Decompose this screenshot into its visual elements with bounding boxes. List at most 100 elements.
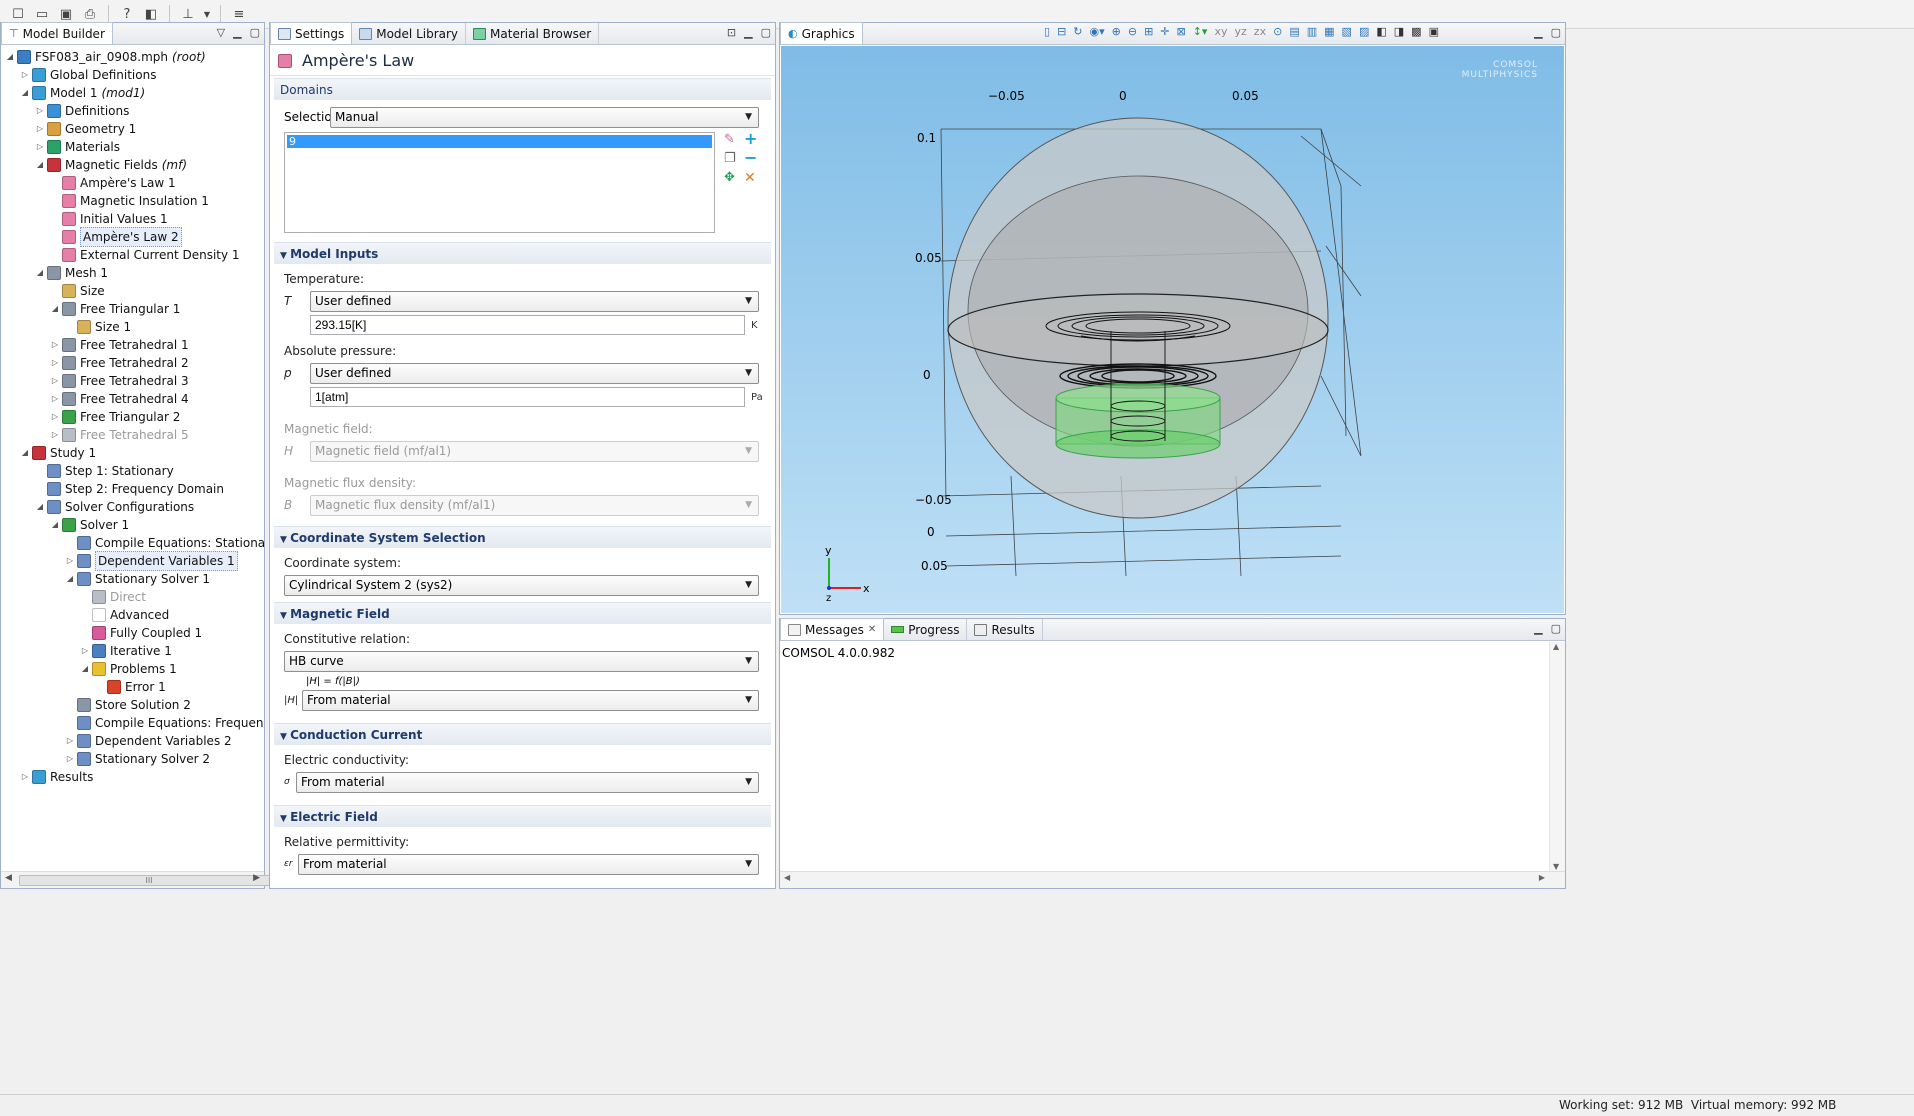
expanded-toggle-icon[interactable]: ◢	[5, 48, 15, 66]
domain-list-item[interactable]: 9	[287, 135, 712, 148]
tab-progress[interactable]: Progress	[884, 619, 968, 640]
pin-icon[interactable]: ⊡	[727, 26, 736, 39]
ferrite-core[interactable]	[1055, 383, 1221, 459]
scroll-right-icon[interactable]: ▶	[253, 873, 260, 883]
tree-item[interactable]: Error 1	[1, 678, 264, 696]
fit-icon[interactable]: ⊠	[1177, 25, 1186, 38]
tree-item[interactable]: External Current Density 1	[1, 246, 264, 264]
tree-item[interactable]: ◢ Magnetic Fields (mf)	[1, 156, 264, 174]
close-icon[interactable]: ✕	[868, 624, 876, 635]
maximize-icon[interactable]: ▢	[761, 26, 771, 39]
graphics-canvas[interactable]: COMSOL MULTIPHYSICS −0.05 0 0.05 0.1 0.0…	[781, 46, 1564, 613]
equator-disk[interactable]	[947, 293, 1329, 367]
image-snapshot-icon[interactable]: ▣	[1429, 25, 1439, 38]
expanded-toggle-icon[interactable]: ◢	[20, 444, 30, 462]
tree-item[interactable]: ▷ Free Tetrahedral 2	[1, 354, 264, 372]
tree-item[interactable]: ▷ Free Triangular 2	[1, 408, 264, 426]
collapsed-toggle-icon[interactable]: ▷	[20, 768, 30, 786]
expanded-toggle-icon[interactable]: ◢	[50, 300, 60, 318]
tree-item[interactable]: Direct	[1, 588, 264, 606]
probe-dropdown-icon[interactable]: ⊥	[178, 4, 198, 24]
paste-selection-icon[interactable]: ✎	[724, 132, 744, 147]
tree-item[interactable]: ◢ Stationary Solver 1	[1, 570, 264, 588]
minimize-icon[interactable]: ▁	[1534, 26, 1542, 39]
tree-item[interactable]: ◢ Solver 1	[1, 516, 264, 534]
constitutive-relation-dropdown[interactable]: HB curve ▼	[284, 650, 759, 672]
collapsed-toggle-icon[interactable]: ▷	[50, 354, 60, 372]
expanded-toggle-icon[interactable]: ◢	[35, 498, 45, 516]
expanded-toggle-icon[interactable]: ◢	[20, 84, 30, 102]
zoom-extents-icon[interactable]: ⊟	[1057, 25, 1066, 38]
tree-item[interactable]: ▷ Global Definitions	[1, 66, 264, 84]
print-icon[interactable]: ⎙	[80, 4, 100, 24]
select-edges-icon[interactable]: ▧	[1342, 25, 1352, 38]
expanded-toggle-icon[interactable]: ◢	[35, 156, 45, 174]
tab-settings[interactable]: Settings	[270, 22, 353, 44]
model-library-icon[interactable]: ◧	[141, 4, 161, 24]
tree-item[interactable]: ▷ Dependent Variables 1	[1, 551, 264, 571]
minimize-icon[interactable]: ▁	[744, 26, 752, 39]
tree-item[interactable]: Size	[1, 282, 264, 300]
select-objects-icon[interactable]: ▤	[1289, 25, 1299, 38]
chevron-down-icon[interactable]: ▼	[202, 4, 212, 24]
expanded-toggle-icon[interactable]: ◢	[50, 516, 60, 534]
view-zx-icon[interactable]: zx	[1254, 25, 1266, 38]
select-boundaries-icon[interactable]: ▦	[1324, 25, 1334, 38]
collapsed-toggle-icon[interactable]: ▷	[65, 750, 75, 768]
minimize-icon[interactable]: ▁	[233, 26, 241, 39]
tree-item[interactable]: ◢ Study 1	[1, 444, 264, 462]
selection-dropdown[interactable]: Manual ▼	[330, 106, 759, 128]
view-xy-icon[interactable]: xy	[1214, 25, 1227, 38]
reset-view-icon[interactable]: ↻	[1073, 25, 1082, 38]
axis-view-icon[interactable]: ↕▾	[1193, 25, 1208, 38]
open-folder-icon[interactable]: ▭	[32, 4, 52, 24]
tree-item[interactable]: ▷ Free Tetrahedral 4	[1, 390, 264, 408]
electric-conductivity-dropdown[interactable]: From material ▼	[296, 771, 759, 793]
transparency-icon[interactable]: ◨	[1394, 25, 1404, 38]
tree-item[interactable]: ◢ FSF083_air_0908.mph (root)	[1, 48, 264, 66]
relative-permittivity-dropdown[interactable]: From material ▼	[298, 853, 759, 875]
remove-icon[interactable]: −	[744, 150, 764, 166]
tree-item[interactable]: Fully Coupled 1	[1, 624, 264, 642]
horizontal-scrollbar[interactable]: ◀ III ▶	[1, 871, 279, 888]
zoom-selection-icon[interactable]: ✥	[724, 170, 744, 186]
tree-item[interactable]: ▷ Definitions	[1, 102, 264, 120]
tree-item[interactable]: Step 1: Stationary	[1, 462, 264, 480]
select-points-icon[interactable]: ▨	[1359, 25, 1369, 38]
maximize-icon[interactable]: ▢	[250, 26, 260, 39]
collapsed-toggle-icon[interactable]: ▷	[35, 120, 45, 138]
tree-item[interactable]: ▷ Free Tetrahedral 1	[1, 336, 264, 354]
collapsed-toggle-icon[interactable]: ▷	[50, 372, 60, 390]
pressure-dropdown[interactable]: User defined ▼	[310, 362, 759, 384]
hb-curve-dropdown[interactable]: From material ▼	[302, 689, 759, 711]
maximize-icon[interactable]: ▢	[1551, 622, 1561, 635]
collapsed-toggle-icon[interactable]: ▷	[50, 408, 60, 426]
temperature-field[interactable]	[310, 315, 745, 335]
model-inputs-header[interactable]: ▼ Model Inputs	[274, 242, 771, 264]
save-icon[interactable]: ▣	[56, 4, 76, 24]
tree-item[interactable]: ◢ Free Triangular 1	[1, 300, 264, 318]
magnetic-field-header[interactable]: ▼ Magnetic Field	[274, 602, 771, 624]
scroll-left-icon[interactable]: ◀	[5, 873, 12, 883]
collapsed-toggle-icon[interactable]: ▷	[20, 66, 30, 84]
scroll-down-icon[interactable]: ▼	[1553, 862, 1559, 871]
conduction-current-header[interactable]: ▼ Conduction Current	[274, 723, 771, 745]
domain-list[interactable]: 9	[284, 132, 715, 233]
collapsed-toggle-icon[interactable]: ▷	[80, 642, 90, 660]
default-view-icon[interactable]: ⊙	[1273, 25, 1282, 38]
tree-item[interactable]: Compile Equations: Stationary	[1, 534, 264, 552]
minimize-icon[interactable]: ▁	[1534, 622, 1542, 635]
scroll-right-icon[interactable]: ▶	[1539, 873, 1545, 882]
tab-material-browser[interactable]: Material Browser	[466, 23, 600, 44]
tab-graphics[interactable]: ◐ Graphics	[780, 22, 863, 44]
collapsed-toggle-icon[interactable]: ▷	[35, 138, 45, 156]
zoom-in-icon[interactable]: ⊕	[1112, 25, 1121, 38]
center-icon[interactable]: ✛	[1160, 25, 1169, 38]
tree-item[interactable]: ◢ Mesh 1	[1, 264, 264, 282]
coordinate-system-dropdown[interactable]: Cylindrical System 2 (sys2) ▼	[284, 574, 759, 596]
clear-selection-icon[interactable]: ✕	[744, 170, 764, 186]
view-yz-icon[interactable]: yz	[1235, 25, 1247, 38]
arrange-icon[interactable]: ≡	[229, 4, 249, 24]
horizontal-scrollbar[interactable]: ◀ ▶	[780, 871, 1565, 888]
geometry-model[interactable]: y x z	[781, 46, 1564, 613]
